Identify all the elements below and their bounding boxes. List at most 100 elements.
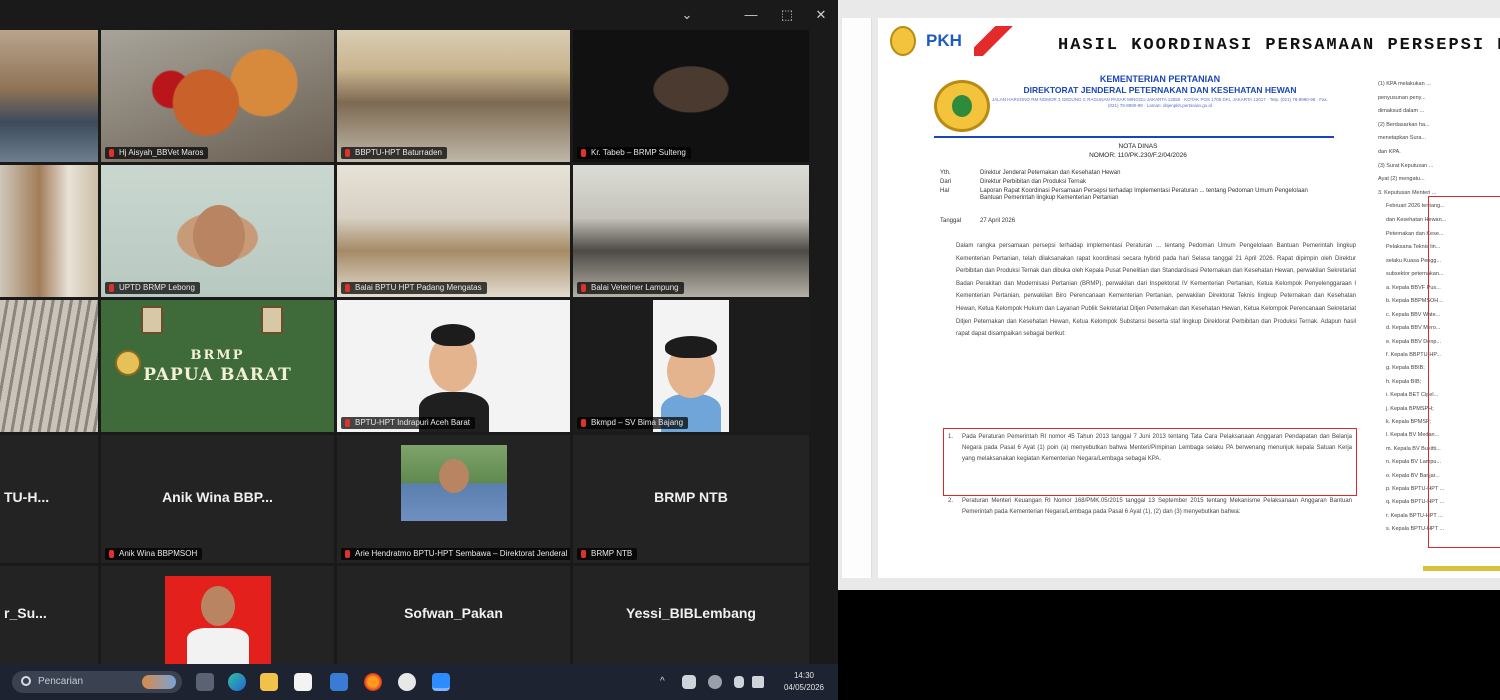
chevron-down-icon[interactable]: ⌄ [676, 6, 698, 24]
pkh-logo: PKH [926, 31, 962, 50]
zoom-app-icon[interactable] [432, 673, 450, 691]
portrait-frame [261, 306, 283, 334]
video-tile[interactable]: Balai Veteriner Lampung [573, 165, 809, 297]
highlight-box [1428, 196, 1500, 548]
participant-name-label: Anik Wina BBPMSOH [105, 548, 203, 560]
maximize-icon[interactable]: ⬚ [776, 6, 798, 24]
participant-name-label: BPTU-HPT Indrapuri Aceh Barat [341, 417, 476, 429]
participant-name-label: BBPTU-HPT Baturraden [341, 147, 447, 159]
search-icon [21, 676, 31, 686]
video-tile[interactable] [0, 30, 98, 162]
avatar-frame [653, 300, 729, 432]
task-view-icon[interactable] [196, 673, 214, 691]
video-tile[interactable]: UPTD BRMP Lebong [101, 165, 334, 297]
video-tile[interactable]: Balai BPTU HPT Padang Mengatas [337, 165, 570, 297]
accent-bar [1423, 566, 1500, 571]
participant-name-label: Balai BPTU HPT Padang Mengatas [341, 282, 487, 294]
header-row-hal: Hal Laporan Rapat Koordinasi Persamaan Pe… [940, 188, 1308, 201]
brmp-sign: BRMP PAPUA BARAT [143, 348, 292, 385]
participant-photo [193, 205, 245, 267]
close-icon[interactable]: ✕ [810, 6, 832, 24]
kementan-logo-icon [890, 26, 916, 56]
right-column-line: menetapkan Sura... [1378, 135, 1427, 142]
video-tile[interactable]: BRMP PAPUA BARAT [101, 300, 334, 432]
mic-muted-icon [345, 149, 350, 157]
mic-muted-icon [345, 419, 350, 427]
event-logo [974, 26, 1014, 56]
kementan-seal-icon [934, 80, 990, 132]
name-tile[interactable] [101, 566, 334, 664]
letterhead: KEMENTERIAN PERTANIAN DIREKTORAT JENDERA… [991, 74, 1329, 108]
slide-title: HASIL KOORDINASI PERSAMAAN PERSEPSI PERM [1058, 36, 1500, 55]
participant-name-label: BRMP NTB [577, 548, 638, 560]
participant-name-label: Balai Veteriner Lampung [577, 282, 684, 294]
header-row-yth: Yth. Direktur Jenderal Peternakan dan Kes… [940, 170, 1121, 176]
mic-muted-icon [581, 149, 586, 157]
right-column-line: (2) Berdasarkan ha... [1378, 121, 1430, 128]
participant-shirt [187, 628, 249, 664]
empty-area [838, 590, 1500, 700]
photos-icon[interactable] [294, 673, 312, 691]
mic-muted-icon [109, 149, 114, 157]
volume-icon[interactable] [752, 676, 764, 688]
participant-face [201, 586, 235, 626]
header-row-dari: Dari Direktur Perbibitan dan Produksi Ter… [940, 179, 1086, 185]
file-explorer-icon[interactable] [260, 673, 278, 691]
participant-photo [401, 445, 507, 521]
video-tile[interactable] [0, 300, 98, 432]
tray-app-icon[interactable] [682, 675, 696, 689]
tray-chevron-icon[interactable]: ^ [660, 676, 665, 687]
edge-browser-icon[interactable] [228, 673, 246, 691]
mic-muted-icon [109, 284, 114, 292]
video-tile[interactable] [0, 165, 98, 297]
chat-app-icon[interactable] [398, 673, 416, 691]
video-tile[interactable]: Kr. Tabeb – BRMP Sulteng [573, 30, 809, 162]
wifi-icon[interactable] [708, 675, 722, 689]
name-tile[interactable]: r_Su... [0, 566, 98, 664]
name-tile[interactable]: Sofwan_Pakan [337, 566, 570, 664]
nota-dinas-heading: NOTA DINAS NOMOR: 110/PK.230/F.2/04/2026 [1089, 143, 1187, 159]
name-tile[interactable]: Yessi_BIBLembang [573, 566, 809, 664]
numbered-item-2: 2. Peraturan Menteri Keuangan RI Nomor 1… [948, 498, 1352, 515]
right-column-line: dimaksud dalam ... [1378, 108, 1425, 115]
right-column-line: dan KPA. [1378, 148, 1401, 155]
shared-document: PKH HASIL KOORDINASI PERSAMAAN PERSEPSI … [878, 18, 1500, 578]
meeting-title-bar: ⌄ — ⬚ ✕ [0, 0, 838, 30]
right-column-line: (3) Surat Keputusan ... [1378, 162, 1434, 169]
participant-name-label: Bkmpd – SV Bima Bajang [577, 417, 689, 429]
video-grid: Hj Aisyah_BBVet Maros BBPTU-HPT Baturrad… [0, 30, 838, 664]
participant-face [439, 459, 469, 493]
taskbar-clock[interactable]: 14:30 04/05/2026 [774, 670, 834, 694]
right-column-line: Ayat (2) mengatu... [1378, 176, 1425, 183]
avatar-hair [431, 324, 475, 346]
windows-taskbar: Pencarian ^ 14:30 04/05/2026 [0, 664, 838, 700]
name-tile[interactable]: Anik Wina BBP... Anik Wina BBPMSOH [101, 435, 334, 563]
search-highlight-icon[interactable] [142, 675, 176, 689]
highlight-box [943, 428, 1357, 496]
minimize-icon[interactable]: — [740, 6, 762, 24]
video-tile[interactable]: Hj Aisyah_BBVet Maros [101, 30, 334, 162]
participant-name-label: Arie Hendratmo BPTU-HPT Sembawa – Direkt… [341, 548, 570, 560]
mic-muted-icon [581, 550, 586, 558]
portrait-frame [141, 306, 163, 334]
mic-muted-icon [109, 550, 114, 558]
name-tile[interactable]: TU-H... [0, 435, 98, 563]
video-tile[interactable]: BBPTU-HPT Baturraden [337, 30, 570, 162]
shared-screen: PKH HASIL KOORDINASI PERSAMAAN PERSEPSI … [838, 0, 1500, 590]
name-tile[interactable]: Arie Hendratmo BPTU-HPT Sembawa – Direkt… [337, 435, 570, 563]
avatar-hair [665, 336, 717, 358]
header-row-tanggal: Tanggal 27 April 2026 [940, 218, 1016, 224]
microsoft-store-icon[interactable] [330, 673, 348, 691]
firefox-icon[interactable] [364, 673, 382, 691]
right-column-line: (1) KPA melakukan ... [1378, 81, 1431, 87]
battery-icon[interactable] [734, 676, 744, 688]
mic-muted-icon [581, 284, 586, 292]
mic-muted-icon [345, 550, 350, 558]
participant-name-label: Kr. Tabeb – BRMP Sulteng [577, 147, 691, 159]
slide-thumbnail-strip[interactable] [842, 18, 872, 578]
video-tile[interactable]: BPTU-HPT Indrapuri Aceh Barat [337, 300, 570, 432]
name-tile[interactable]: BRMP NTB BRMP NTB [573, 435, 809, 563]
mic-muted-icon [581, 419, 586, 427]
participant-name-label: Hj Aisyah_BBVet Maros [105, 147, 209, 159]
video-tile[interactable]: Bkmpd – SV Bima Bajang [573, 300, 809, 432]
